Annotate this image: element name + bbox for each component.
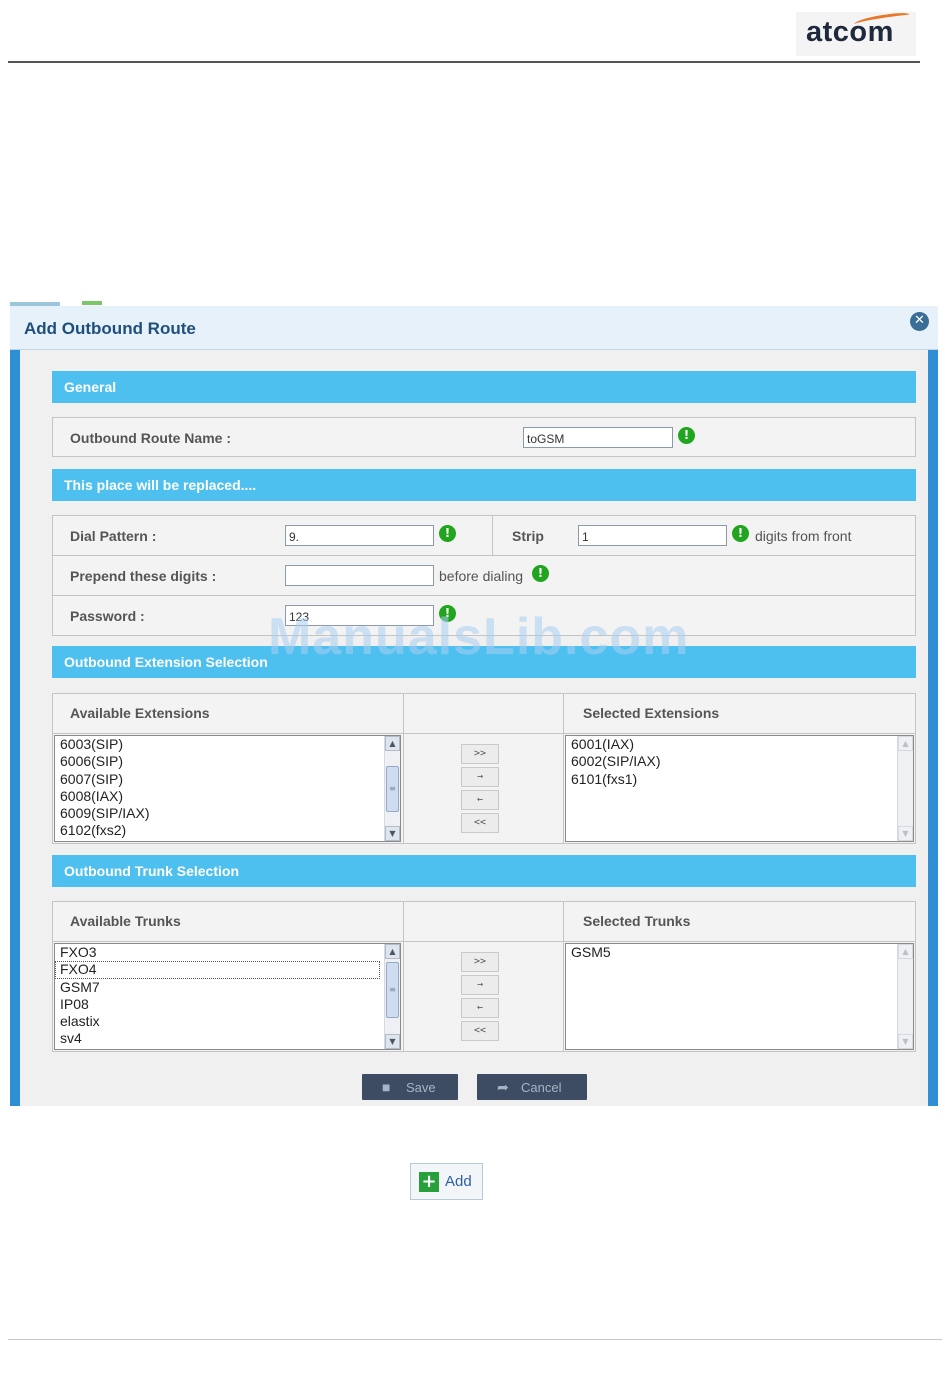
list-item[interactable]: 6102(fxs2)	[55, 822, 400, 839]
list-item[interactable]: IP08	[55, 996, 400, 1013]
remove-one-button[interactable]: ←	[461, 998, 499, 1018]
list-item[interactable]: 6009(SIP/IAX)	[55, 805, 400, 822]
add-one-button[interactable]: →	[461, 975, 499, 995]
footer-rule	[8, 1339, 942, 1340]
info-icon[interactable]: !	[439, 525, 456, 542]
add-label: Add	[445, 1173, 472, 1190]
scrollbar[interactable]: ▲ ≡ ▼	[384, 944, 400, 1049]
scrollbar[interactable]: ▲ ≡ ▼	[384, 736, 400, 841]
remove-one-button[interactable]: ←	[461, 790, 499, 810]
section-placeholder: This place will be replaced....	[52, 469, 916, 501]
strip-input[interactable]	[578, 525, 727, 546]
list-item-focused[interactable]: FXO4	[55, 961, 380, 979]
selected-trunks-label: Selected Trunks	[583, 913, 691, 929]
dial-pattern-label: Dial Pattern :	[70, 528, 157, 544]
redo-arrow-icon: ➦	[497, 1079, 509, 1095]
prepend-input[interactable]	[285, 565, 434, 586]
background-green-mark	[82, 301, 102, 305]
route-name-label: Outbound Route Name :	[70, 430, 231, 446]
list-item[interactable]: 6002(SIP/IAX)	[566, 753, 913, 770]
scrollbar[interactable]: ▲ ▼	[897, 736, 913, 841]
dial-pattern-input[interactable]	[285, 525, 434, 546]
available-trunks-list[interactable]: FXO3 FXO4 GSM7 IP08 elastix sv4 ▲ ≡ ▼	[54, 943, 401, 1050]
route-name-input[interactable]	[523, 427, 673, 448]
floppy-disk-icon: ■	[382, 1079, 391, 1095]
available-trunks-label: Available Trunks	[70, 913, 181, 929]
column-divider	[563, 694, 564, 843]
dialog-titlebar: Add Outbound Route ✕	[10, 306, 938, 350]
add-button[interactable]: + Add	[410, 1163, 483, 1200]
scroll-down-icon[interactable]: ▼	[385, 1034, 400, 1049]
column-divider	[492, 516, 493, 555]
row-divider	[53, 595, 915, 596]
column-divider	[403, 902, 404, 1051]
row-divider	[53, 555, 915, 556]
selected-extensions-list[interactable]: 6001(IAX) 6002(SIP/IAX) 6101(fxs1) ▲ ▼	[565, 735, 914, 842]
section-general: General	[52, 371, 916, 403]
list-item[interactable]: 6006(SIP)	[55, 753, 400, 770]
scroll-up-icon[interactable]: ▲	[385, 944, 400, 959]
list-item[interactable]: 6003(SIP)	[55, 736, 400, 753]
save-button[interactable]: ■ Save	[362, 1074, 458, 1100]
scroll-down-icon[interactable]: ▼	[385, 826, 400, 841]
extension-selection-table: Available Extensions Selected Extensions…	[52, 693, 916, 844]
selected-trunks-list[interactable]: GSM5 ▲ ▼	[565, 943, 914, 1050]
header-divider	[53, 733, 915, 734]
list-item[interactable]: elastix	[55, 1013, 400, 1030]
scroll-up-icon[interactable]: ▲	[898, 736, 913, 751]
header-rule	[8, 61, 920, 63]
add-outbound-route-dialog: Add Outbound Route ✕ General Outbound Ro…	[10, 306, 938, 1106]
list-item[interactable]: GSM7	[55, 979, 400, 996]
list-item[interactable]: sv4	[55, 1030, 400, 1047]
section-trunk-selection: Outbound Trunk Selection	[52, 855, 916, 887]
info-icon[interactable]: !	[732, 525, 749, 542]
scroll-thumb[interactable]: ≡	[386, 962, 399, 1018]
scroll-down-icon[interactable]: ▼	[898, 826, 913, 841]
available-extensions-list[interactable]: 6003(SIP) 6006(SIP) 6007(SIP) 6008(IAX) …	[54, 735, 401, 842]
list-item[interactable]: FXO3	[55, 944, 400, 961]
selected-extensions-label: Selected Extensions	[583, 705, 720, 721]
watermark: ManualsLib.com	[268, 608, 690, 666]
cancel-label: Cancel	[521, 1080, 562, 1095]
add-all-button[interactable]: >>	[461, 744, 499, 764]
scroll-thumb[interactable]: ≡	[386, 766, 399, 812]
add-one-button[interactable]: →	[461, 767, 499, 787]
strip-suffix: digits from front	[755, 528, 852, 544]
close-icon[interactable]: ✕	[910, 312, 929, 331]
scroll-down-icon[interactable]: ▼	[898, 1034, 913, 1049]
list-item[interactable]: 6001(IAX)	[566, 736, 913, 753]
cancel-button[interactable]: ➦ Cancel	[477, 1074, 587, 1100]
prepend-suffix: before dialing	[439, 568, 524, 584]
column-divider	[563, 902, 564, 1051]
scroll-up-icon[interactable]: ▲	[385, 736, 400, 751]
info-icon[interactable]: !	[532, 565, 549, 582]
list-item[interactable]: 6007(SIP)	[55, 771, 400, 788]
route-name-row: Outbound Route Name : !	[52, 417, 916, 457]
list-item[interactable]: 6101(fxs1)	[566, 771, 913, 788]
strip-label: Strip	[512, 528, 544, 544]
logo-text: atcom	[806, 16, 894, 48]
prepend-label: Prepend these digits :	[70, 568, 217, 584]
column-divider	[403, 694, 404, 843]
add-all-button[interactable]: >>	[461, 952, 499, 972]
save-label: Save	[406, 1080, 436, 1095]
list-item[interactable]: 6008(IAX)	[55, 788, 400, 805]
plus-icon: +	[419, 1172, 439, 1192]
available-extensions-label: Available Extensions	[70, 705, 210, 721]
atcom-logo: atcom	[796, 11, 916, 56]
info-icon[interactable]: !	[678, 427, 695, 444]
password-label: Password :	[70, 608, 145, 624]
scrollbar[interactable]: ▲ ▼	[897, 944, 913, 1049]
dialog-body: General Outbound Route Name : ! This pla…	[20, 350, 928, 1106]
scroll-up-icon[interactable]: ▲	[898, 944, 913, 959]
remove-all-button[interactable]: <<	[461, 1021, 499, 1041]
header-divider	[53, 941, 915, 942]
list-item[interactable]: GSM5	[566, 944, 913, 961]
dialog-title: Add Outbound Route	[24, 319, 196, 338]
trunk-selection-table: Available Trunks Selected Trunks FXO3 FX…	[52, 901, 916, 1052]
remove-all-button[interactable]: <<	[461, 813, 499, 833]
